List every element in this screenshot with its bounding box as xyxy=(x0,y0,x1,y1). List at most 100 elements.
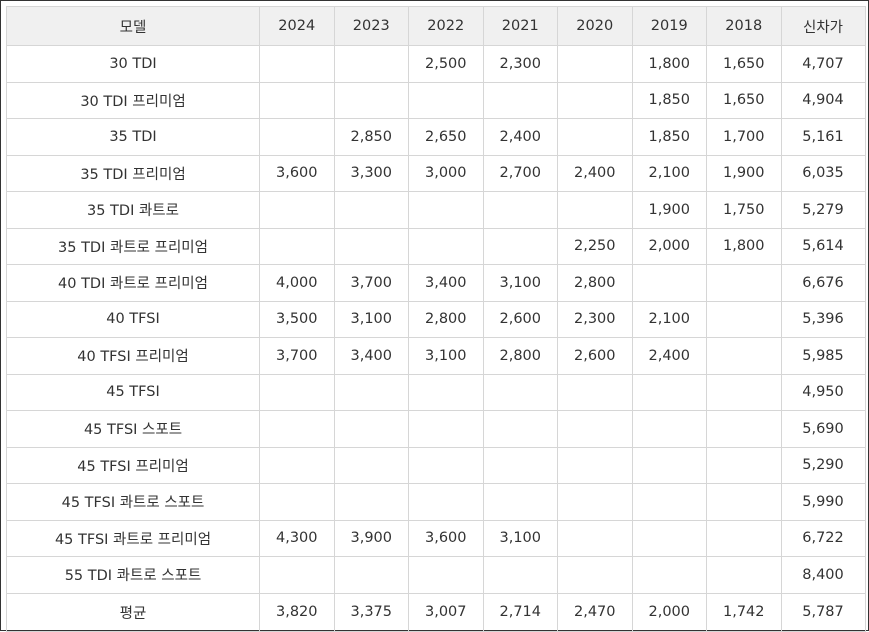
table-row: 55 TDI 콰트로 스포트 8,400 xyxy=(6,556,866,594)
model-name-cell: 40 TDI 콰트로 프리미엄 xyxy=(6,264,260,302)
table-row: 45 TFSI 콰트로 프리미엄 4,300 3,900 3,600 3,100 6,72… xyxy=(6,519,866,557)
price-cell xyxy=(557,373,633,411)
price-cell: 2,100 xyxy=(631,300,707,338)
new-car-price-cell: 8,400 xyxy=(780,556,866,594)
price-cell xyxy=(631,264,707,302)
average-row: 평균 3,820 3,375 3,007 2,714 2,470 2,000 1,742 5,7… xyxy=(6,592,866,632)
price-cell xyxy=(557,118,633,156)
header-new-car-price: 신차가 xyxy=(780,6,866,46)
price-cell xyxy=(557,483,633,521)
model-name-cell: 55 TDI 콰트로 스포트 xyxy=(6,556,260,594)
price-cell: 2,800 xyxy=(482,337,558,375)
header-year: 2022 xyxy=(408,6,484,46)
price-cell: 3,400 xyxy=(333,337,409,375)
price-cell xyxy=(408,81,484,119)
price-cell xyxy=(631,410,707,448)
price-cell: 1,750 xyxy=(706,191,782,229)
price-cell xyxy=(631,519,707,557)
price-cell xyxy=(482,410,558,448)
table-header: 모델 2024 2023 2022 2021 2020 2019 2018 신차가 xyxy=(6,6,866,46)
new-car-price-cell: 5,690 xyxy=(780,410,866,448)
price-cell xyxy=(333,483,409,521)
price-cell: 3,700 xyxy=(259,337,335,375)
price-cell xyxy=(408,410,484,448)
price-cell xyxy=(482,556,558,594)
price-cell xyxy=(408,373,484,411)
header-row: 모델 2024 2023 2022 2021 2020 2019 2018 신차가 xyxy=(6,6,866,46)
price-cell xyxy=(557,81,633,119)
table-row: 40 TFSI 3,500 3,100 2,800 2,600 2,300 2,100 5,3… xyxy=(6,300,866,338)
table-row: 35 TDI 콰트로 프리미엄 2,250 2,000 1,800 5,614 xyxy=(6,227,866,265)
price-cell xyxy=(706,556,782,594)
price-cell xyxy=(259,446,335,484)
model-name-cell: 45 TFSI 콰트로 프리미엄 xyxy=(6,519,260,557)
price-cell: 2,470 xyxy=(557,592,633,632)
new-car-price-cell: 5,990 xyxy=(780,483,866,521)
price-cell xyxy=(259,118,335,156)
price-cell: 3,820 xyxy=(259,592,335,632)
new-car-price-cell: 5,161 xyxy=(780,118,866,156)
price-cell: 2,800 xyxy=(557,264,633,302)
price-cell xyxy=(557,556,633,594)
price-cell xyxy=(259,410,335,448)
price-cell xyxy=(333,227,409,265)
price-cell xyxy=(259,556,335,594)
price-cell: 1,700 xyxy=(706,118,782,156)
price-cell xyxy=(482,483,558,521)
price-cell xyxy=(706,519,782,557)
price-cell xyxy=(706,373,782,411)
price-cell xyxy=(631,483,707,521)
price-cell xyxy=(333,373,409,411)
price-cell: 3,600 xyxy=(259,154,335,192)
price-cell xyxy=(557,45,633,83)
table-row: 40 TDI 콰트로 프리미엄 4,000 3,700 3,400 3,100 2,800… xyxy=(6,264,866,302)
table-row: 45 TFSI 프리미엄 5,290 xyxy=(6,446,866,484)
price-cell: 2,400 xyxy=(482,118,558,156)
price-cell xyxy=(259,191,335,229)
price-cell: 1,742 xyxy=(706,592,782,632)
price-cell: 1,650 xyxy=(706,81,782,119)
price-cell xyxy=(333,556,409,594)
price-cell: 1,900 xyxy=(631,191,707,229)
price-cell: 3,000 xyxy=(408,154,484,192)
table-row: 40 TFSI 프리미엄 3,700 3,400 3,100 2,800 2,600 2,4… xyxy=(6,337,866,375)
header-year: 2023 xyxy=(333,6,409,46)
price-cell: 2,714 xyxy=(482,592,558,632)
new-car-price-cell: 5,614 xyxy=(780,227,866,265)
price-cell xyxy=(408,483,484,521)
price-cell xyxy=(557,410,633,448)
new-car-price-cell: 4,950 xyxy=(780,373,866,411)
price-cell: 2,700 xyxy=(482,154,558,192)
model-name-cell: 30 TDI xyxy=(6,45,260,83)
price-cell xyxy=(408,556,484,594)
price-cell: 3,007 xyxy=(408,592,484,632)
price-cell: 3,500 xyxy=(259,300,335,338)
price-cell xyxy=(482,191,558,229)
price-cell: 3,100 xyxy=(482,264,558,302)
model-name-cell: 45 TFSI 프리미엄 xyxy=(6,446,260,484)
price-cell xyxy=(408,191,484,229)
price-cell: 2,500 xyxy=(408,45,484,83)
price-cell xyxy=(259,81,335,119)
price-cell xyxy=(706,446,782,484)
price-cell xyxy=(333,191,409,229)
price-cell: 3,700 xyxy=(333,264,409,302)
price-cell: 2,400 xyxy=(557,154,633,192)
model-name-cell: 35 TDI 콰트로 프리미엄 xyxy=(6,227,260,265)
model-name-cell: 30 TDI 프리미엄 xyxy=(6,81,260,119)
price-cell xyxy=(333,45,409,83)
price-cell: 2,850 xyxy=(333,118,409,156)
price-cell xyxy=(557,446,633,484)
table-row: 45 TFSI 스포트 5,690 xyxy=(6,410,866,448)
price-cell: 4,000 xyxy=(259,264,335,302)
price-cell xyxy=(706,410,782,448)
price-cell: 3,100 xyxy=(482,519,558,557)
price-cell xyxy=(482,446,558,484)
price-cell xyxy=(259,45,335,83)
price-cell: 2,000 xyxy=(631,227,707,265)
price-cell: 1,900 xyxy=(706,154,782,192)
model-name-cell: 45 TFSI 콰트로 스포트 xyxy=(6,483,260,521)
price-cell: 2,600 xyxy=(482,300,558,338)
price-cell: 2,400 xyxy=(631,337,707,375)
price-cell: 3,300 xyxy=(333,154,409,192)
